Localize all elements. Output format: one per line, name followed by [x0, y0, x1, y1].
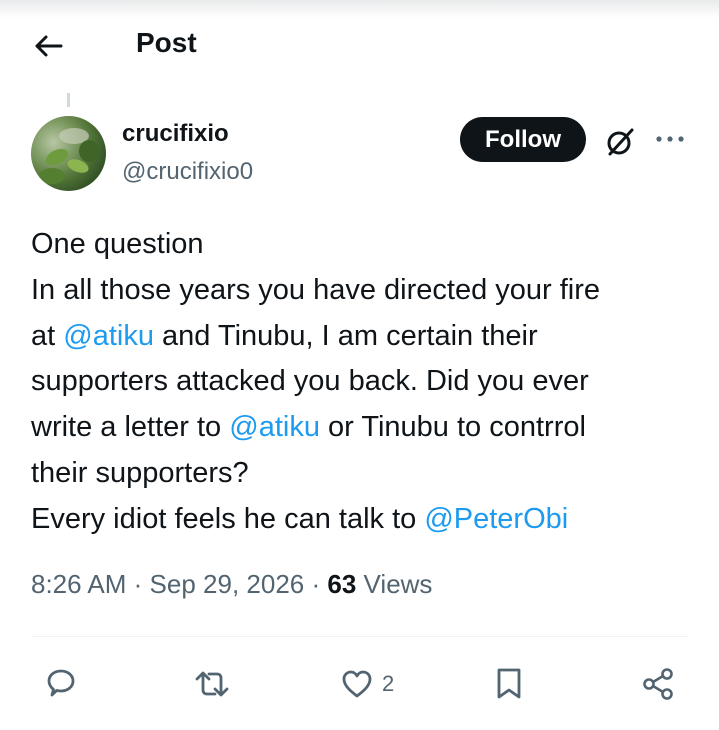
- arrow-left-icon: [35, 35, 63, 57]
- meta-separator: ·: [311, 569, 321, 599]
- top-bar: Post: [0, 0, 719, 90]
- repost-button[interactable]: [192, 656, 232, 712]
- heart-icon: [342, 670, 372, 698]
- tweet-line: Every idiot feels he can talk to @PeterO…: [31, 497, 701, 543]
- mention-link[interactable]: @atiku: [229, 411, 320, 443]
- tweet-line: at @atiku and Tinubu, I am certain their: [31, 314, 701, 360]
- tweet-text-segment: or Tinubu to contrrol: [319, 411, 586, 444]
- repost-icon: [195, 671, 229, 697]
- follow-button[interactable]: Follow: [460, 117, 586, 162]
- bookmark-button[interactable]: [494, 656, 524, 712]
- action-bar: 2: [0, 656, 719, 712]
- mention-link[interactable]: @PeterObi: [424, 503, 568, 535]
- tweet-line: write a letter to @atiku or Tinubu to co…: [31, 405, 701, 451]
- tweet-line: supporters attacked you back. Did you ev…: [31, 359, 701, 405]
- more-button[interactable]: [652, 124, 688, 154]
- grok-button[interactable]: [602, 124, 638, 160]
- like-button[interactable]: 2: [340, 656, 394, 712]
- tweet-text-segment: supporters attacked you back. Did you ev…: [31, 365, 589, 398]
- back-button[interactable]: [28, 26, 68, 66]
- divider: [31, 636, 689, 637]
- tweet-text-segment: their supporters?: [31, 456, 249, 489]
- tweet-line: One question: [31, 222, 701, 268]
- bookmark-icon: [497, 668, 521, 699]
- views-count[interactable]: 63: [327, 569, 356, 599]
- tweet-text: One question In all those years you have …: [31, 222, 701, 543]
- tweet-meta: 8:26 AM · Sep 29, 2026 · 63 Views: [31, 569, 432, 600]
- views-label[interactable]: Views: [364, 569, 433, 599]
- tweet-text-segment: In all those years you have directed you…: [31, 273, 601, 306]
- more-icon: [656, 136, 684, 142]
- reply-button[interactable]: [44, 656, 78, 712]
- tweet-text-segment: and Tinubu, I am certain their: [153, 319, 538, 352]
- tweet-time[interactable]: 8:26 AM: [31, 569, 126, 599]
- tweet-text-segment: write a letter to: [31, 411, 230, 444]
- like-count: 2: [382, 671, 395, 696]
- author-handle[interactable]: @crucifixio0: [122, 158, 253, 186]
- page-title: Post: [136, 27, 197, 58]
- tweet-text-segment: Every idiot feels he can talk to: [31, 502, 425, 535]
- mention-link[interactable]: @atiku: [63, 320, 154, 352]
- reply-icon: [47, 669, 75, 697]
- share-icon: [643, 668, 673, 700]
- meta-separator: ·: [133, 569, 143, 599]
- thread-line: [67, 93, 70, 107]
- tweet-line: In all those years you have directed you…: [31, 268, 701, 314]
- avatar[interactable]: [31, 116, 106, 191]
- tweet-line: their supporters?: [31, 451, 701, 497]
- tweet-date[interactable]: Sep 29, 2026: [150, 569, 305, 599]
- grok-icon: [607, 128, 634, 156]
- tweet-text-segment: One question: [31, 228, 204, 260]
- author-display-name[interactable]: crucifixio: [122, 120, 229, 148]
- tweet-text-segment: at: [31, 319, 64, 352]
- share-button[interactable]: [640, 656, 676, 712]
